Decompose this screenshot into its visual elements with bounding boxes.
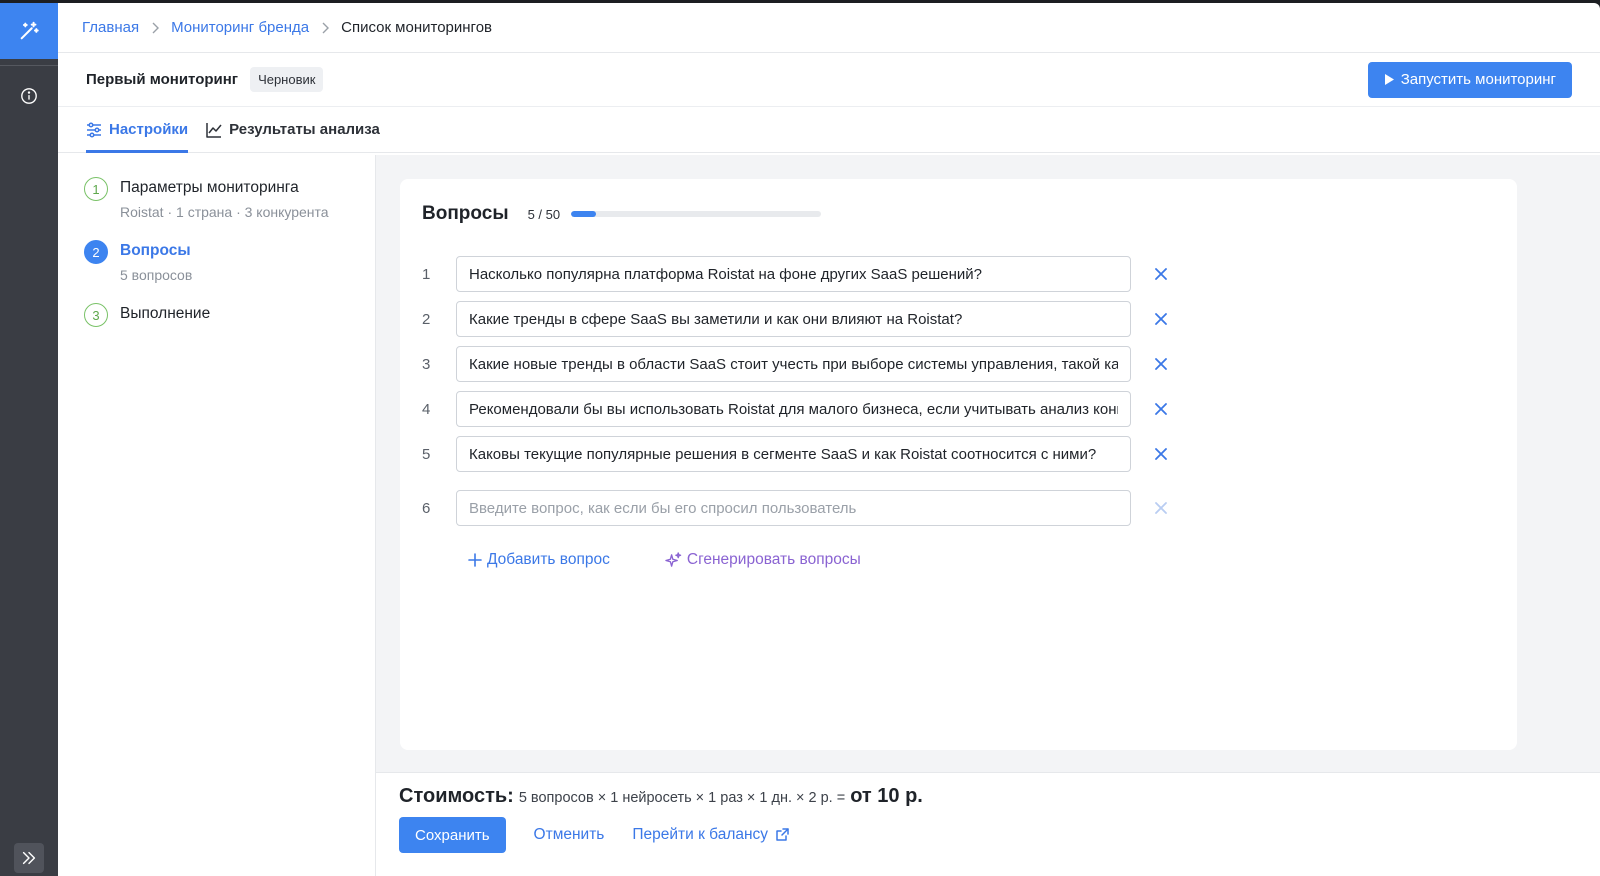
question-input[interactable] <box>456 301 1131 337</box>
page-title: Первый мониторинг <box>86 71 239 88</box>
magic-wand-icon[interactable] <box>0 3 58 59</box>
step-subtitle: 5 вопросов <box>120 267 193 283</box>
question-row: 5 <box>422 436 1171 472</box>
tab-settings[interactable]: Настройки <box>86 107 189 153</box>
breadcrumb-current: Список мониторингов <box>341 19 493 36</box>
questions-counter: 5 / 50 <box>527 206 561 222</box>
generate-questions-link[interactable]: Сгенерировать вопросы <box>665 551 861 569</box>
question-row: 3 <box>422 346 1171 382</box>
info-circle-icon[interactable] <box>18 85 40 107</box>
tab-settings-label: Настройки <box>109 121 189 138</box>
question-number: 5 <box>422 445 431 463</box>
content-area: 1 Параметры мониторинга Roistat · 1 стра… <box>58 155 1600 876</box>
add-question-link[interactable]: Добавить вопрос <box>468 551 610 569</box>
chevron-right-icon <box>320 22 330 34</box>
close-icon[interactable] <box>1151 354 1171 374</box>
cancel-link[interactable]: Отменить <box>534 826 605 844</box>
question-input[interactable] <box>456 436 1131 472</box>
cost-footer: Стоимость: 5 вопросов × 1 нейросеть × 1 … <box>376 772 1600 876</box>
step-number: 1 <box>84 177 108 201</box>
run-monitoring-label: Запустить мониторинг <box>1400 71 1556 88</box>
questions-progress-bar <box>571 211 822 217</box>
new-question-row: 6 <box>422 490 1171 526</box>
tab-analysis-results[interactable]: Результаты анализа <box>206 107 380 152</box>
app-rail <box>0 3 58 876</box>
step-title: Выполнение <box>120 305 211 322</box>
cost-label: Стоимость: <box>399 785 514 807</box>
steps-panel: 1 Параметры мониторинга Roistat · 1 стра… <box>58 155 376 876</box>
cost-formula: 5 вопросов × 1 нейросеть × 1 раз × 1 дн.… <box>518 790 846 806</box>
plus-icon <box>468 553 482 567</box>
play-icon <box>1384 74 1394 85</box>
chevron-right-icon <box>150 22 160 34</box>
step-execution[interactable]: 3 Выполнение <box>84 303 375 327</box>
save-button[interactable]: Сохранить <box>399 817 506 853</box>
breadcrumb-brand-monitoring[interactable]: Мониторинг бренда <box>171 19 309 36</box>
line-chart-icon <box>206 122 222 138</box>
questions-card: Вопросы 5 / 50 1 2 <box>400 179 1517 750</box>
step-title: Параметры мониторинга <box>120 179 299 196</box>
status-badge: Черновик <box>250 67 324 92</box>
cost-total: от 10 р. <box>850 785 923 807</box>
sparkles-icon <box>665 551 682 567</box>
sliders-icon <box>87 121 101 138</box>
question-input[interactable] <box>456 346 1131 382</box>
step-title: Вопросы <box>120 242 191 259</box>
double-chevron-right-icon[interactable] <box>14 843 44 873</box>
step-subtitle: Roistat · 1 страна · 3 конкурента <box>120 204 329 220</box>
question-input[interactable] <box>456 256 1131 292</box>
questions-progress-fill <box>571 211 597 217</box>
step-number: 3 <box>84 303 108 327</box>
close-icon[interactable] <box>1151 444 1171 464</box>
app-window: Главная Мониторинг бренда Список монитор… <box>58 3 1600 876</box>
question-number: 4 <box>422 400 431 418</box>
step-number: 2 <box>84 240 108 264</box>
generate-questions-label: Сгенерировать вопросы <box>686 551 861 568</box>
question-input[interactable] <box>456 391 1131 427</box>
go-to-balance-label: Перейти к балансу <box>632 826 769 843</box>
close-icon[interactable] <box>1151 309 1171 329</box>
add-question-label: Добавить вопрос <box>487 551 610 568</box>
tab-analysis-label: Результаты анализа <box>229 121 380 138</box>
rail-divider <box>0 65 58 66</box>
close-icon[interactable] <box>1151 264 1171 284</box>
question-row: 1 <box>422 256 1171 292</box>
go-to-balance-link[interactable]: Перейти к балансу <box>632 826 789 844</box>
question-number: 2 <box>422 310 431 328</box>
question-number: 6 <box>422 499 431 517</box>
step-questions[interactable]: 2 Вопросы 5 вопросов <box>84 240 375 283</box>
question-row: 2 <box>422 301 1171 337</box>
external-link-icon <box>776 828 789 841</box>
main-panel: Вопросы 5 / 50 1 2 <box>376 155 1600 876</box>
breadcrumb: Главная Мониторинг бренда Список монитор… <box>58 3 1600 53</box>
tab-bar: Настройки Результаты анализа <box>58 107 1600 153</box>
run-monitoring-button[interactable]: Запустить мониторинг <box>1367 61 1572 98</box>
page-header: Первый мониторинг Черновик Запустить мон… <box>58 53 1600 107</box>
step-parameters[interactable]: 1 Параметры мониторинга Roistat · 1 стра… <box>84 177 375 220</box>
close-icon[interactable] <box>1151 399 1171 419</box>
question-number: 3 <box>422 355 431 373</box>
questions-heading: Вопросы <box>422 203 509 224</box>
breadcrumb-home[interactable]: Главная <box>82 19 139 36</box>
question-row: 4 <box>422 391 1171 427</box>
question-number: 1 <box>422 265 431 283</box>
close-icon[interactable] <box>1151 498 1171 518</box>
new-question-input[interactable] <box>456 490 1131 526</box>
